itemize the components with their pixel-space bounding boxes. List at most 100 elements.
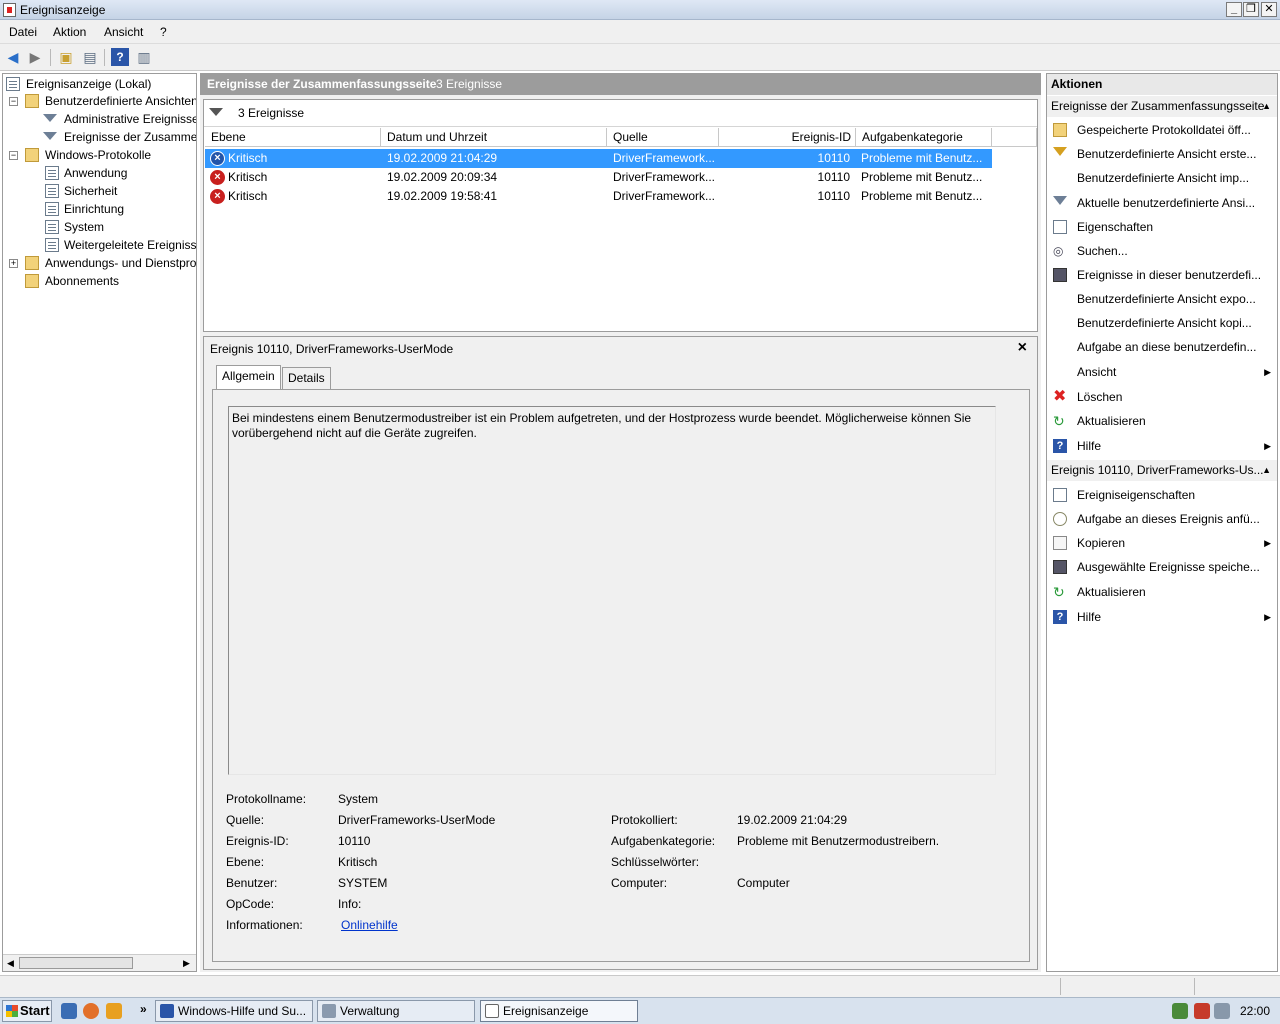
media-player-icon[interactable] — [106, 1003, 122, 1019]
column-source[interactable]: Quelle — [607, 128, 719, 147]
action-save-selected[interactable]: Ausgewählte Ereignisse speiche... — [1047, 555, 1277, 579]
label-keywords: Schlüsselwörter: — [611, 855, 700, 869]
back-arrow-icon[interactable]: ◀ — [4, 48, 22, 66]
show-hide-action-pane-icon[interactable]: ▥ — [135, 48, 153, 66]
tree-horizontal-scrollbar[interactable]: ◀ ▶ — [3, 954, 196, 971]
expand-icon[interactable]: + — [9, 259, 18, 268]
network-error-icon[interactable] — [1194, 1003, 1210, 1019]
action-export-custom-view[interactable]: Benutzerdefinierte Ansicht expo... — [1047, 287, 1277, 311]
actions-section-event[interactable]: Ereignis 10110, DriverFrameworks-Us... ▲ — [1047, 460, 1277, 481]
log-icon — [45, 202, 59, 216]
row-datetime: 19.02.2009 21:04:29 — [387, 151, 498, 165]
minimize-button[interactable]: _ — [1226, 2, 1242, 17]
tree-application[interactable]: Anwendung — [64, 164, 127, 182]
close-icon[interactable]: × — [1018, 339, 1027, 357]
action-delete[interactable]: ✖ Löschen — [1047, 385, 1277, 409]
action-event-properties[interactable]: Ereigniseigenschaften — [1047, 483, 1277, 507]
collapse-icon[interactable]: − — [9, 97, 18, 106]
menu-help[interactable]: ? — [160, 25, 167, 39]
column-task-category[interactable]: Aufgabenkategorie — [856, 128, 992, 147]
task-label: Ereignisanzeige — [503, 1004, 589, 1018]
scroll-thumb[interactable] — [19, 957, 133, 969]
tree-forwarded[interactable]: Weitergeleitete Ereignisse — [64, 236, 196, 254]
volume-icon[interactable] — [1214, 1003, 1230, 1019]
action-copy-custom-view[interactable]: Benutzerdefinierte Ansicht kopi... — [1047, 311, 1277, 335]
label-task-category: Aufgabenkategorie: — [611, 834, 716, 848]
action-help[interactable]: ? Hilfe ▶ — [1047, 434, 1277, 458]
taskbar: Start » Windows-Hilfe und Su... Verwaltu… — [0, 997, 1280, 1024]
menu-ansicht[interactable]: Ansicht — [104, 25, 143, 39]
label-computer: Computer: — [611, 876, 668, 890]
tree-system[interactable]: System — [64, 218, 104, 236]
action-label: Eigenschaften — [1077, 220, 1154, 234]
table-row[interactable]: × Kritisch 19.02.2009 21:04:29 DriverFra… — [205, 149, 992, 168]
action-find[interactable]: ◎ Suchen... — [1047, 239, 1277, 263]
help-icon[interactable]: ? — [111, 48, 129, 66]
action-refresh[interactable]: ↻ Aktualisieren — [1047, 409, 1277, 433]
action-import-custom-view[interactable]: Benutzerdefinierte Ansicht imp... — [1047, 166, 1277, 190]
action-save-events[interactable]: Ereignisse in dieser benutzerdefi... — [1047, 263, 1277, 287]
folder-icon — [25, 94, 39, 108]
save-disk-icon — [1053, 560, 1067, 574]
show-hide-tree-icon[interactable]: ▤ — [81, 48, 99, 66]
clock[interactable]: 22:00 — [1240, 1004, 1270, 1018]
menu-datei[interactable]: Datei — [9, 25, 37, 39]
label-level: Ebene: — [226, 855, 265, 869]
firefox-icon[interactable] — [83, 1003, 99, 1019]
more-quicklaunch-icon[interactable]: » — [140, 1002, 147, 1016]
forward-arrow-icon[interactable]: ▶ — [26, 48, 44, 66]
security-shield-icon[interactable] — [1172, 1003, 1188, 1019]
show-desktop-icon[interactable] — [61, 1003, 77, 1019]
help-icon — [160, 1004, 174, 1018]
tree-security[interactable]: Sicherheit — [64, 182, 117, 200]
action-open-saved-log[interactable]: Gespeicherte Protokolldatei öff... — [1047, 118, 1277, 142]
menu-aktion[interactable]: Aktion — [53, 25, 86, 39]
action-properties[interactable]: Eigenschaften — [1047, 215, 1277, 239]
action-help-event[interactable]: ? Hilfe ▶ — [1047, 605, 1277, 629]
tree-root[interactable]: Ereignisanzeige (Lokal) — [26, 75, 151, 93]
online-help-link[interactable]: Onlinehilfe — [341, 918, 398, 932]
tree-windows-logs[interactable]: Windows-Protokolle — [45, 146, 151, 164]
value-level: Kritisch — [338, 855, 378, 869]
maximize-button[interactable]: ❐ — [1243, 2, 1259, 17]
action-attach-task-event[interactable]: Aufgabe an dieses Ereignis anfü... — [1047, 507, 1277, 531]
tree-admin-events[interactable]: Administrative Ereignisse — [64, 110, 196, 128]
action-filter-current-view[interactable]: Aktuelle benutzerdefinierte Ansi... — [1047, 191, 1277, 215]
tree-setup[interactable]: Einrichtung — [64, 200, 124, 218]
action-copy[interactable]: Kopieren ▶ — [1047, 531, 1277, 555]
properties-icon — [1053, 220, 1067, 234]
save-disk-icon — [1053, 268, 1067, 282]
column-level[interactable]: Ebene — [205, 128, 381, 147]
collapse-up-icon[interactable]: ▲ — [1262, 460, 1271, 481]
table-row[interactable]: × Kritisch 19.02.2009 19:58:41 DriverFra… — [205, 187, 992, 206]
folder-up-icon[interactable]: ▣ — [57, 48, 75, 66]
action-label: Gespeicherte Protokolldatei öff... — [1077, 123, 1251, 137]
event-description[interactable]: Bei mindestens einem Benutzermodustreibe… — [228, 406, 996, 775]
scroll-right-icon[interactable]: ▶ — [183, 958, 190, 969]
tree-subscriptions[interactable]: Abonnements — [45, 272, 119, 290]
filter-icon — [43, 132, 57, 140]
scroll-left-icon[interactable]: ◀ — [7, 958, 14, 969]
filter-icon[interactable] — [209, 108, 223, 116]
task-event-viewer[interactable]: Ereignisanzeige — [480, 1000, 638, 1022]
action-view[interactable]: Ansicht ▶ — [1047, 360, 1277, 384]
task-verwaltung[interactable]: Verwaltung — [317, 1000, 475, 1022]
column-event-id[interactable]: Ereignis-ID — [719, 128, 856, 147]
tree-summary-events[interactable]: Ereignisse der Zusammenfassungsseite — [64, 128, 196, 146]
action-create-custom-view[interactable]: Benutzerdefinierte Ansicht erste... — [1047, 142, 1277, 166]
tree-app-services[interactable]: Anwendungs- und Dienstprotokolle — [45, 254, 196, 272]
tab-general[interactable]: Allgemein — [216, 365, 281, 390]
tree-custom-views[interactable]: Benutzerdefinierte Ansichten — [45, 92, 196, 110]
action-attach-task-view[interactable]: Aufgabe an diese benutzerdefin... — [1047, 335, 1277, 359]
collapse-icon[interactable]: − — [9, 151, 18, 160]
table-row[interactable]: × Kritisch 19.02.2009 20:09:34 DriverFra… — [205, 168, 992, 187]
task-windows-help[interactable]: Windows-Hilfe und Su... — [155, 1000, 313, 1022]
close-window-button[interactable]: ✕ — [1261, 2, 1277, 17]
event-detail-panel: Ereignis 10110, DriverFrameworks-UserMod… — [203, 336, 1038, 970]
collapse-up-icon[interactable]: ▲ — [1262, 96, 1271, 117]
tab-details[interactable]: Details — [282, 367, 331, 389]
actions-section-summary[interactable]: Ereignisse der Zusammenfassungsseite ▲ — [1047, 96, 1277, 117]
action-refresh-event[interactable]: ↻ Aktualisieren — [1047, 580, 1277, 604]
start-button[interactable]: Start — [2, 1000, 52, 1022]
column-datetime[interactable]: Datum und Uhrzeit — [381, 128, 607, 147]
